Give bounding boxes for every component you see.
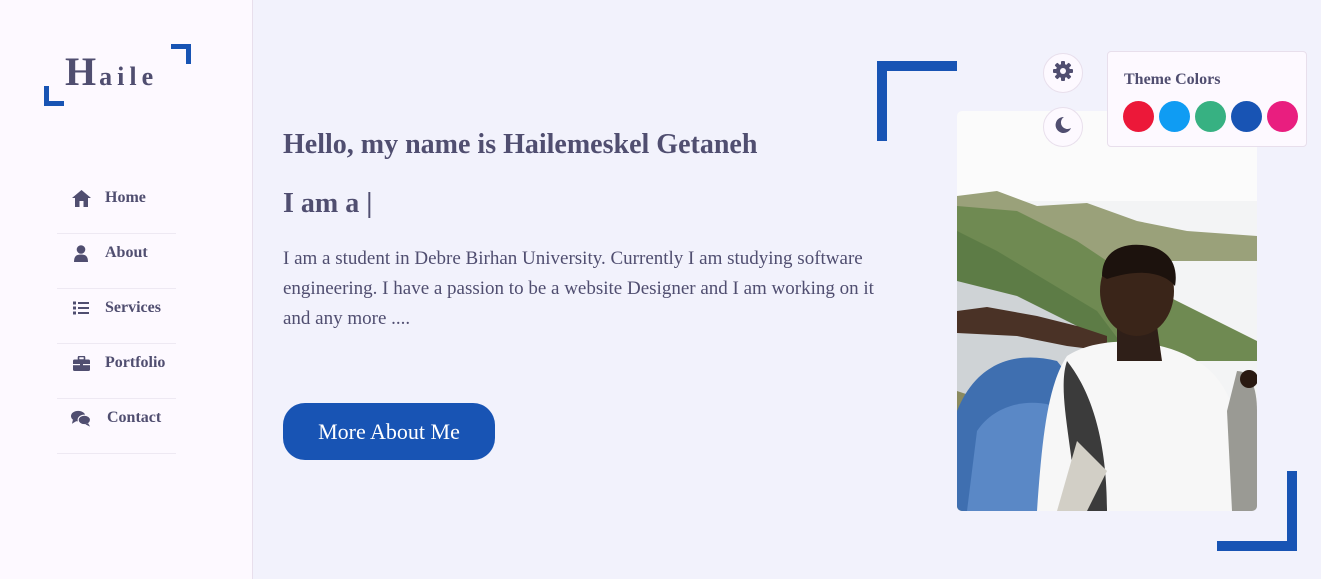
nav-link-services[interactable]: Services bbox=[71, 298, 161, 318]
color-swatch-4[interactable] bbox=[1231, 101, 1262, 132]
color-swatch-2[interactable] bbox=[1159, 101, 1190, 132]
briefcase-icon bbox=[71, 353, 91, 373]
nav-item-home: Home bbox=[57, 179, 176, 234]
nav-link-contact[interactable]: Contact bbox=[71, 408, 161, 428]
nav-menu: Home About Services Portfolio Contact bbox=[57, 179, 176, 454]
nav-label-contact: Contact bbox=[107, 409, 162, 426]
more-about-me-button[interactable]: More About Me bbox=[283, 403, 495, 460]
nav-item-contact: Contact bbox=[57, 399, 176, 454]
nav-label-about: About bbox=[105, 244, 148, 261]
theme-colors-panel: Theme Colors bbox=[1107, 51, 1307, 147]
style-switcher-toggle[interactable] bbox=[1043, 53, 1083, 93]
moon-icon bbox=[1054, 116, 1072, 139]
nav-item-about: About bbox=[57, 234, 176, 289]
logo-corner-bottom-left bbox=[44, 86, 64, 106]
color-swatch-3[interactable] bbox=[1195, 101, 1226, 132]
logo-corner-top-right bbox=[171, 44, 191, 64]
color-swatches bbox=[1123, 101, 1303, 132]
image-frame-corner-top-left bbox=[877, 61, 957, 141]
nav-link-home[interactable]: Home bbox=[71, 188, 146, 208]
typing-text: I am a | bbox=[283, 188, 373, 219]
color-swatch-1[interactable] bbox=[1123, 101, 1154, 132]
nav-link-about[interactable]: About bbox=[71, 243, 148, 263]
list-icon bbox=[71, 298, 91, 318]
nav-label-home: Home bbox=[105, 189, 146, 206]
comments-icon bbox=[71, 408, 91, 428]
sidebar: Haile Home About Services Portfolio Cont… bbox=[0, 0, 253, 579]
gear-icon bbox=[1053, 60, 1073, 86]
nav-link-portfolio[interactable]: Portfolio bbox=[71, 353, 165, 373]
logo-text: Haile bbox=[65, 49, 159, 94]
user-icon bbox=[71, 243, 91, 263]
color-swatch-5[interactable] bbox=[1267, 101, 1298, 132]
nav-label-portfolio: Portfolio bbox=[105, 354, 166, 371]
bio-text: I am a student in Debre Birhan Universit… bbox=[283, 248, 874, 329]
nav-item-services: Services bbox=[57, 289, 176, 344]
nav-item-portfolio: Portfolio bbox=[57, 344, 176, 399]
nav-label-services: Services bbox=[105, 299, 161, 316]
logo[interactable]: Haile bbox=[44, 44, 191, 106]
profile-photo bbox=[957, 111, 1257, 511]
dark-mode-toggle[interactable] bbox=[1043, 107, 1083, 147]
greeting-heading: Hello, my name is Hailemeskel Getaneh bbox=[283, 129, 758, 160]
theme-colors-title: Theme Colors bbox=[1124, 71, 1221, 88]
home-icon bbox=[71, 188, 91, 208]
